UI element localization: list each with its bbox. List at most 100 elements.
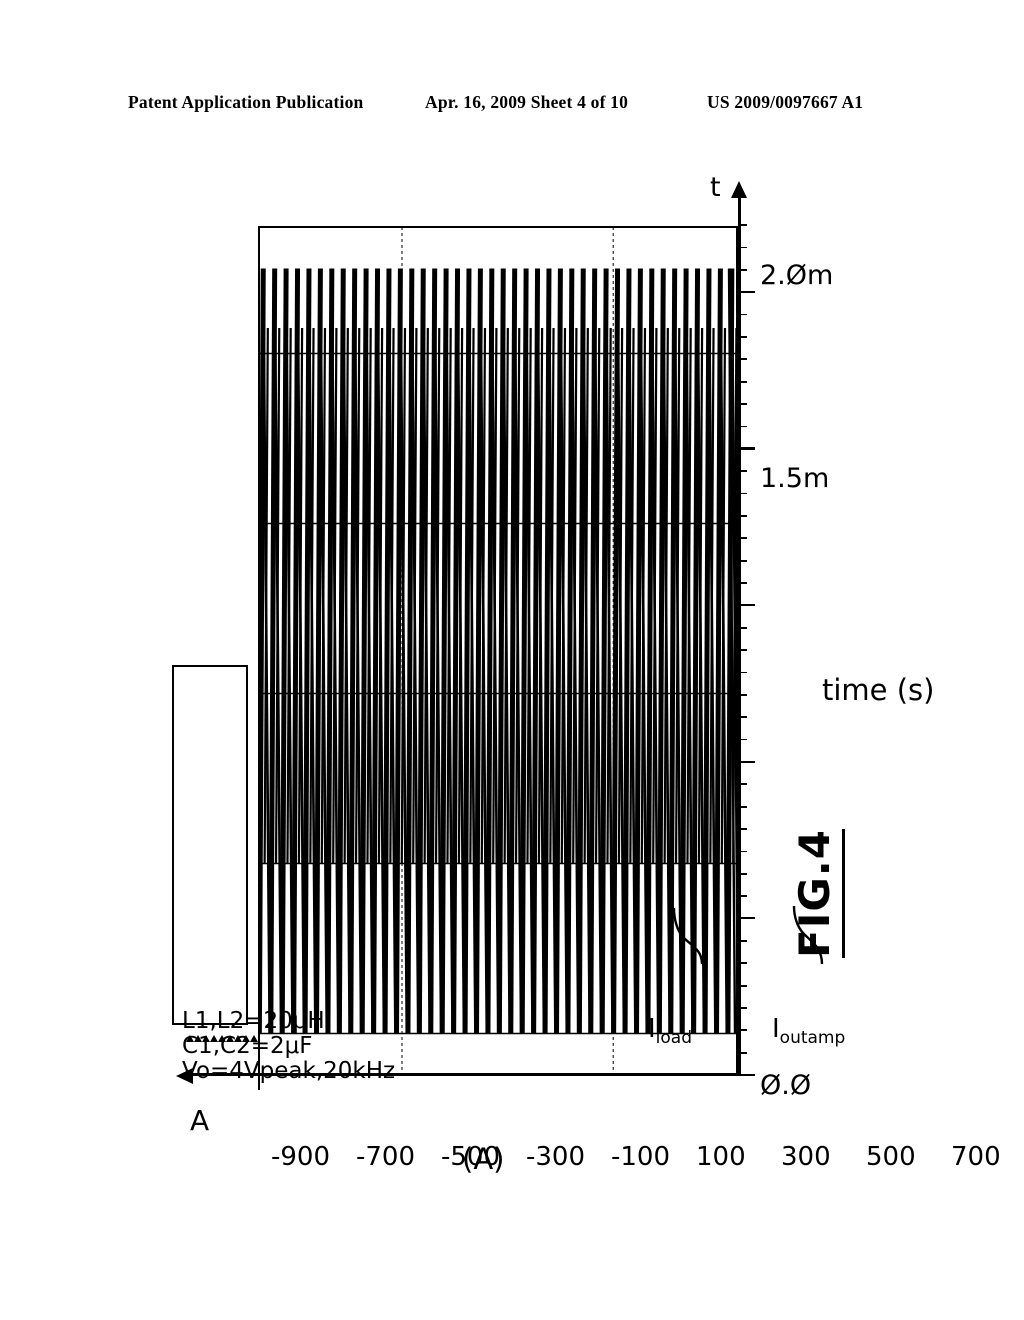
waveform-trace [474,268,483,1034]
waveform-trace [519,268,529,1034]
time-axis-tick [738,760,755,763]
waveform-trace [599,268,609,1034]
time-tick-label: Ø.Ø [760,1070,812,1101]
edge-marker-icon [242,1035,250,1042]
figure-caption: FIG.4 [790,829,845,958]
time-axis-tick [738,268,747,271]
waveform-trace [565,268,575,1034]
edge-marker-icon [210,1035,218,1042]
edge-marker-icon [250,1035,258,1042]
time-axis-tick [738,604,755,607]
callout-i-load-subscript: outamp [779,1028,846,1049]
edge-marker-icon [186,1035,194,1042]
amplitude-tick-label: 700 [950,1142,1001,1172]
waveform-trace [302,268,312,1034]
param-line-1: L1,L2=20μH [182,1008,325,1034]
waveform-trace [634,268,643,1034]
edge-marker-icon [194,1035,202,1042]
edge-marker-icon [234,1035,242,1042]
time-axis-tick [738,895,747,898]
waveform-trace [691,268,701,1034]
time-axis-title: time (s) [822,673,935,707]
waveform-trace [371,268,381,1034]
amplitude-tick-label: -100 [610,1142,670,1172]
waveform-trace [622,268,632,1034]
time-axis-tick [738,917,755,920]
waveform-trace [291,268,301,1034]
amplitude-tick-label: 300 [780,1142,831,1172]
time-axis-tick [738,336,747,338]
waveform-trace [348,268,358,1034]
waveform-trace [462,268,472,1034]
callout-label-i-load: Ioutamp [772,1014,845,1048]
time-axis-line [738,190,741,1076]
time-axis-tick [738,470,747,473]
param-line-3: Vo=4Vpeak,20kHz [182,1058,396,1084]
amplitude-tick-label: -700 [355,1142,415,1172]
waveform-trace [416,268,426,1034]
time-axis-tick [738,1073,755,1076]
time-axis-tick [738,984,747,987]
waveform-trace [428,268,438,1034]
waveform-trace [496,268,506,1034]
waveform-trace [554,268,563,1034]
waveform-trace [405,268,415,1034]
time-axis-tick [738,693,747,696]
time-axis-tick [738,380,747,383]
time-symbol-label: t [710,172,721,203]
time-axis-tick [738,358,747,361]
amplitude-tick-label: -300 [525,1142,585,1172]
time-axis-tick [738,783,747,786]
waveform-trace [702,268,712,1034]
time-axis-tick [738,872,747,875]
amplitude-symbol-label: A [190,1104,210,1137]
time-axis-tick [738,403,747,405]
waveform-trace [451,268,461,1034]
time-axis-tick [738,940,747,942]
waveform-trace [611,268,621,1034]
waveform-trace [394,268,403,1034]
time-axis-tick [738,492,747,495]
waveform-trace [679,268,689,1034]
waveform-trace [576,268,586,1034]
callout-i-outamp-subscript: load [655,1028,693,1049]
time-axis-tick [738,828,747,830]
current-traces [258,268,738,1034]
edge-marker-icon [226,1035,234,1042]
time-axis-tick [738,246,747,249]
time-axis-tick [738,649,747,651]
time-axis-tick [738,425,747,428]
callout-i-outamp-symbol: I [648,1014,656,1044]
amplitude-tick-label: 100 [695,1142,746,1172]
time-axis-tick [738,1051,747,1054]
time-axis-tick [738,805,747,808]
time-axis-tick [738,671,747,674]
waveform-trace [268,268,278,1034]
waveform-trace [531,268,541,1034]
waveform-trace [588,268,598,1034]
time-axis-tick [738,290,755,294]
time-axis-tick [738,559,747,562]
time-axis-tick [738,582,747,584]
waveform-trace [258,268,266,1034]
time-axis-tick [738,537,747,540]
waveform-plot [258,226,738,1076]
waveform-trace [439,268,449,1034]
edge-marker-icon [202,1035,210,1042]
waveform-trace [336,268,346,1034]
time-axis-tick [738,447,755,450]
edge-marker-icon [218,1035,226,1042]
waveform-trace [542,268,552,1034]
time-tick-label: 2.Øm [760,260,834,292]
time-axis-tick [738,850,747,853]
waveform-trace [645,268,655,1034]
time-axis-tick [738,515,747,517]
time-axis-tick [738,962,747,965]
callout-label-i-outamp: Iload [648,1014,692,1048]
amplitude-tick-label: 500 [865,1142,916,1172]
time-axis-arrow-icon [731,181,747,198]
time-axis-tick [738,1029,747,1032]
time-axis-tick [738,224,747,226]
amplitude-tick-label: -900 [270,1142,330,1172]
time-axis-tick [738,716,747,719]
